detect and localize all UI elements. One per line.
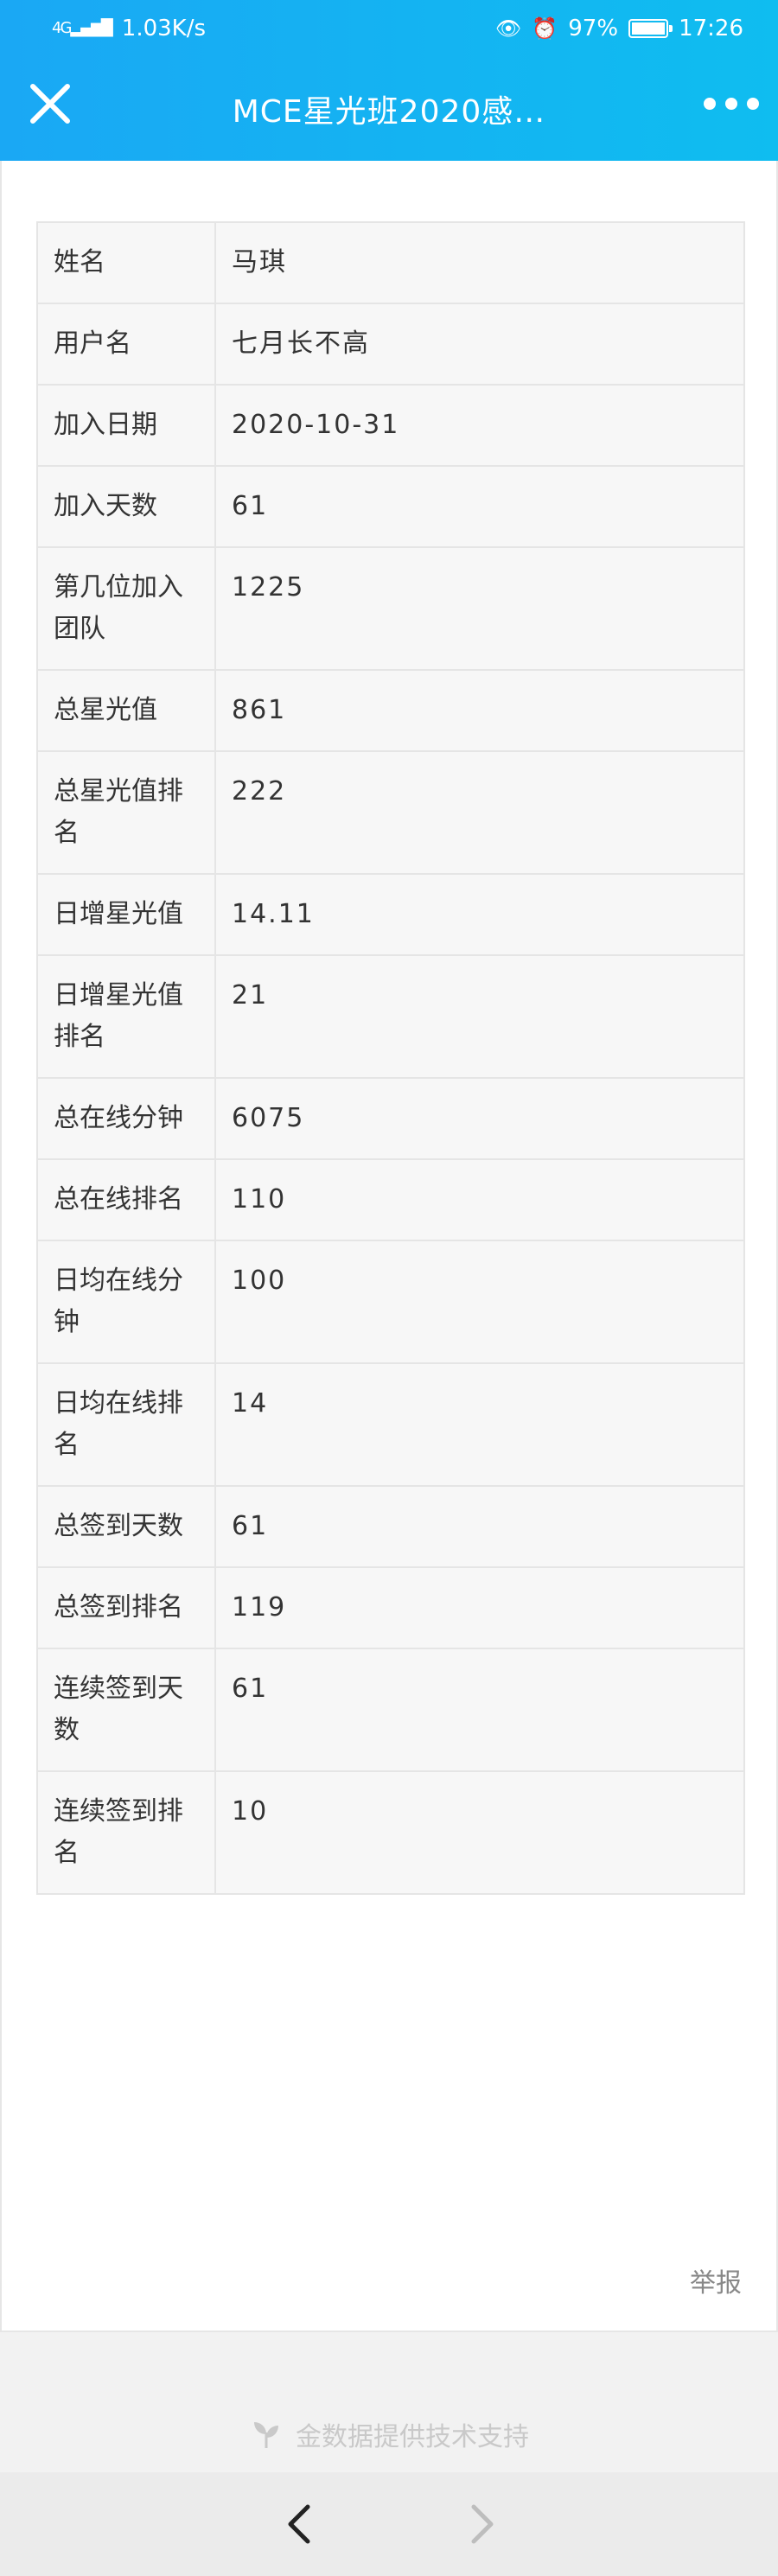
row-value: 6075 [214, 1077, 745, 1160]
row-label: 加入日期 [36, 384, 216, 467]
info-table: 姓名 马琪 用户名 七月长不高 加入日期 2020-10-31 加入天数 61 第几位加入团队 1… [36, 221, 745, 1895]
forward-arrow-icon[interactable] [462, 2500, 503, 2548]
row-value: 七月长不高 [214, 303, 745, 386]
status-right: 👁 ⏰ 97% 17:26 [495, 16, 743, 41]
row-value: 61 [214, 465, 745, 548]
info-table-body: 姓名 马琪 用户名 七月长不高 加入日期 2020-10-31 加入天数 61 第几位加入团队 1… [36, 221, 745, 1895]
table-row: 总星光值 861 [36, 669, 745, 752]
table-row: 日增星光值排名 21 [36, 954, 745, 1079]
network-label: 4G [52, 19, 72, 37]
row-label: 总签到天数 [36, 1485, 216, 1568]
row-label: 第几位加入团队 [36, 546, 216, 671]
table-row: 总星光值排名 222 [36, 750, 745, 875]
row-value: 10 [214, 1770, 745, 1895]
status-time: 17:26 [679, 16, 743, 41]
status-left: 4G▂▄▆█ 1.03K/s [52, 16, 206, 41]
row-label: 日均在线分钟 [36, 1240, 216, 1364]
row-label: 用户名 [36, 303, 216, 386]
page-title: MCE星光班2020感… [232, 94, 546, 130]
row-label: 姓名 [36, 221, 216, 304]
signal-icon: 4G▂▄▆█ [52, 19, 113, 37]
table-row: 用户名 七月长不高 [36, 303, 745, 386]
battery-percent: 97% [568, 16, 619, 41]
table-row: 连续签到天数 61 [36, 1648, 745, 1772]
row-value: 马琪 [214, 221, 745, 304]
support-text: 金数据提供技术支持 [296, 2422, 529, 2452]
table-row: 总在线排名 110 [36, 1158, 745, 1241]
row-label: 日增星光值排名 [36, 954, 216, 1079]
more-dot [704, 98, 716, 110]
row-label: 加入天数 [36, 465, 216, 548]
row-label: 总在线排名 [36, 1158, 216, 1241]
row-value: 14 [214, 1362, 745, 1487]
row-label: 连续签到排名 [36, 1770, 216, 1895]
table-row: 第几位加入团队 1225 [36, 546, 745, 671]
back-arrow-icon[interactable] [278, 2500, 320, 2548]
bottom-nav [0, 2472, 778, 2576]
close-icon[interactable] [26, 80, 74, 128]
table-row: 总签到排名 119 [36, 1566, 745, 1649]
row-value: 14.11 [214, 873, 745, 956]
content-card: 姓名 马琪 用户名 七月长不高 加入日期 2020-10-31 加入天数 61 第几位加入团队 1… [0, 161, 778, 2332]
row-label: 连续签到天数 [36, 1648, 216, 1772]
table-row: 加入日期 2020-10-31 [36, 384, 745, 467]
more-icon[interactable] [704, 86, 759, 121]
row-value: 21 [214, 954, 745, 1079]
row-label: 总在线分钟 [36, 1077, 216, 1160]
app-header: 4G▂▄▆█ 1.03K/s 👁 ⏰ 97% 17:26 MCE星光班2020感… [0, 0, 778, 161]
network-speed: 1.03K/s [121, 16, 207, 41]
report-link[interactable]: 举报 [690, 2261, 742, 2299]
row-label: 总签到排名 [36, 1566, 216, 1649]
table-row: 姓名 马琪 [36, 221, 745, 304]
more-dot [725, 98, 737, 110]
row-label: 日均在线排名 [36, 1362, 216, 1487]
row-value: 119 [214, 1566, 745, 1649]
table-row: 日均在线分钟 100 [36, 1240, 745, 1364]
table-row: 连续签到排名 10 [36, 1770, 745, 1895]
footer-support: 金数据提供技术支持 [0, 2410, 778, 2458]
row-label: 日增星光值 [36, 873, 216, 956]
alarm-icon: ⏰ [532, 16, 558, 41]
table-row: 总在线分钟 6075 [36, 1077, 745, 1160]
nav-bar: MCE星光班2020感… [0, 57, 778, 161]
sprout-icon [254, 2422, 278, 2448]
table-row: 加入天数 61 [36, 465, 745, 548]
row-value: 100 [214, 1240, 745, 1364]
row-label: 总星光值排名 [36, 750, 216, 875]
table-row: 总签到天数 61 [36, 1485, 745, 1568]
row-value: 61 [214, 1485, 745, 1568]
table-row: 日增星光值 14.11 [36, 873, 745, 956]
more-dot [747, 98, 759, 110]
eye-icon: 👁 [494, 16, 522, 41]
row-value: 861 [214, 669, 745, 752]
battery-icon [628, 19, 673, 38]
row-label: 总星光值 [36, 669, 216, 752]
row-value: 61 [214, 1648, 745, 1772]
row-value: 110 [214, 1158, 745, 1241]
table-row: 日均在线排名 14 [36, 1362, 745, 1487]
row-value: 222 [214, 750, 745, 875]
row-value: 1225 [214, 546, 745, 671]
status-bar: 4G▂▄▆█ 1.03K/s 👁 ⏰ 97% 17:26 [0, 0, 778, 57]
row-value: 2020-10-31 [214, 384, 745, 467]
